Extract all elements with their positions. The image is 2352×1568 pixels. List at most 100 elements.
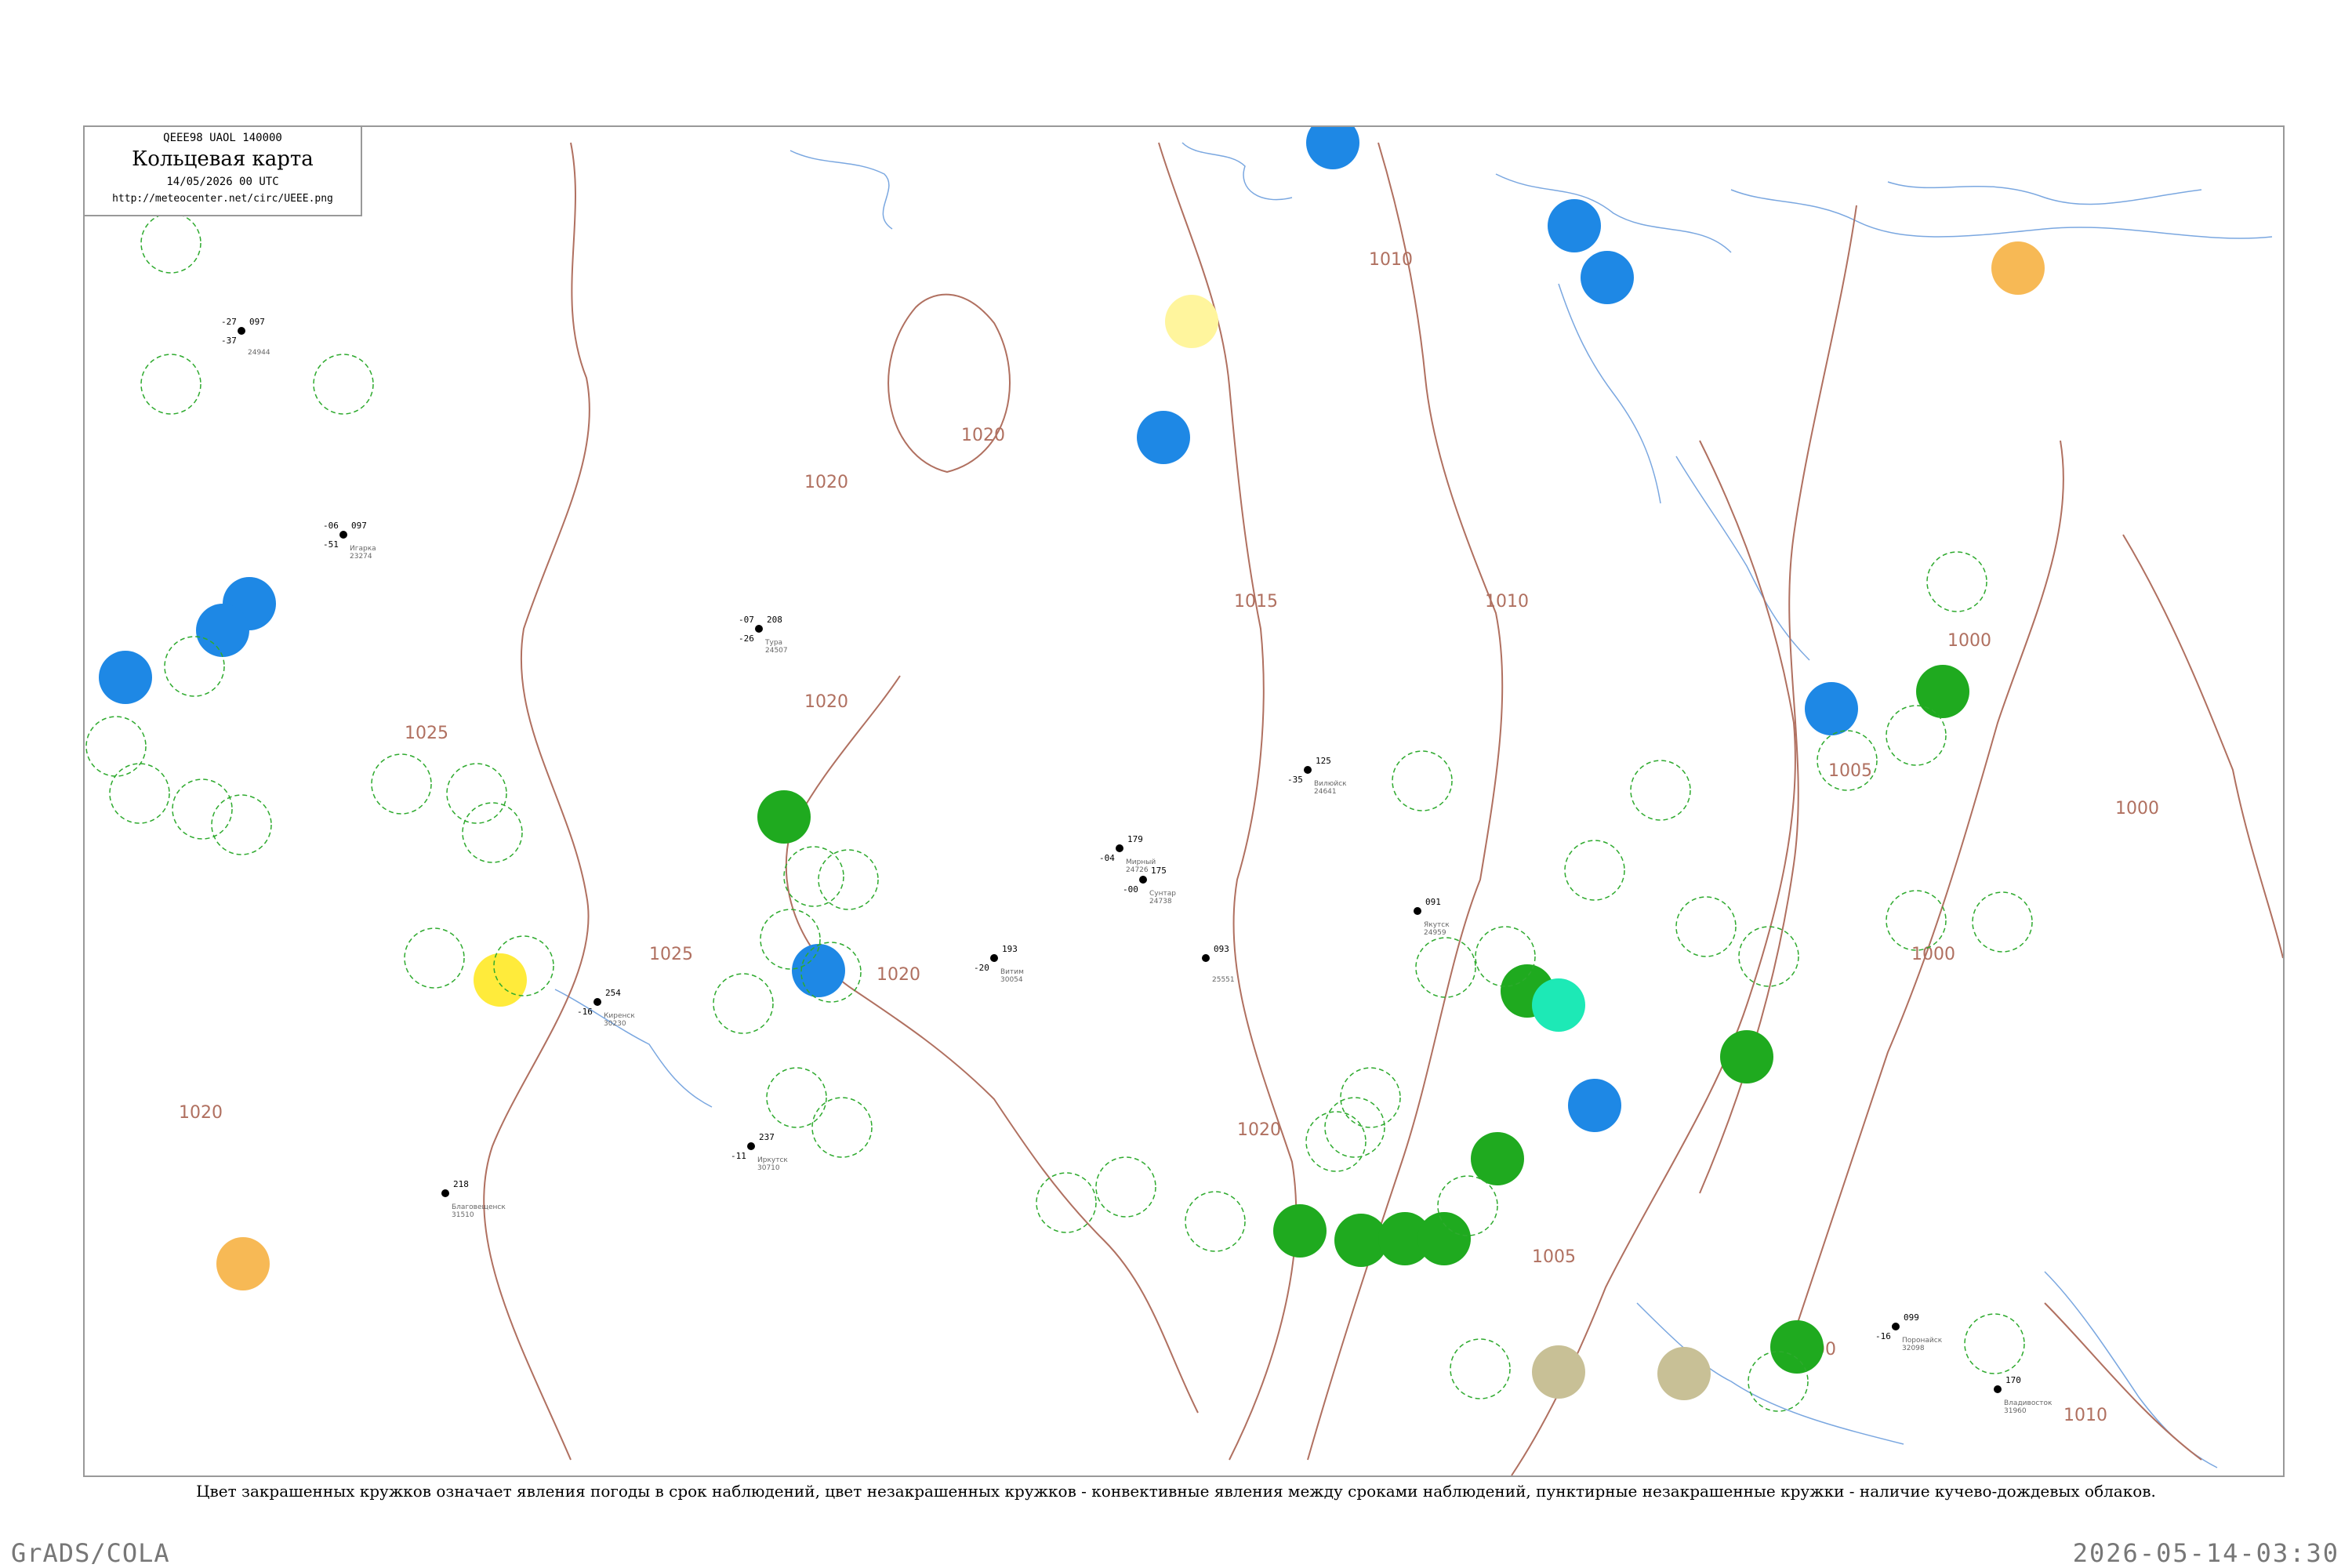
cb-ring	[172, 779, 233, 840]
station-id: 24944	[248, 349, 270, 357]
cb-ring	[1450, 1338, 1511, 1399]
isobar-label: 1010	[1485, 592, 1529, 612]
station-dot	[1414, 907, 1421, 915]
weather-circle-pale_yellow	[1165, 295, 1218, 348]
isobar-label: 1000	[1947, 631, 1991, 651]
station-dewpoint: -51	[323, 539, 339, 550]
station-dot	[339, 531, 347, 539]
map-title-box: QEEE98 UAOL 140000 Кольцевая карта 14/05…	[85, 127, 362, 216]
footer-timestamp: 2026-05-14-03:30	[2072, 1538, 2339, 1568]
station-model: -06 097 -51 23274Игарка	[323, 521, 376, 561]
station-dewpoint: -20	[974, 963, 989, 973]
isobar-label: 1000	[2115, 799, 2159, 818]
synoptic-map: 1020 1020 1020 1020 1025 1025 1020 1020 …	[83, 125, 2285, 1477]
isobar-label: 1020	[179, 1103, 223, 1123]
weather-circle-orange	[216, 1237, 270, 1290]
cb-ring	[766, 1067, 827, 1128]
station-dewpoint: -37	[221, 336, 237, 346]
station-dot	[1116, 844, 1123, 852]
station-pressure: 097	[351, 521, 367, 531]
station-name: Тура	[764, 639, 782, 647]
station-name: Якутск	[1424, 921, 1450, 929]
map-canvas: 1020 1020 1020 1020 1025 1025 1020 1020 …	[85, 127, 2283, 1475]
station-dewpoint: -16	[1875, 1331, 1891, 1341]
station-model: 099 -16 32098Поронайск	[1875, 1312, 1943, 1352]
cb-ring	[140, 354, 201, 415]
isobar-label: 1020	[804, 692, 848, 712]
station-dot	[238, 327, 245, 335]
weather-circle-rain	[1568, 1079, 1621, 1132]
isobar-label: 1010	[2063, 1406, 2107, 1425]
station-dot	[441, 1189, 449, 1197]
cb-ring	[85, 716, 147, 777]
isobar-label: 1005	[1828, 761, 1872, 781]
station-dot	[593, 998, 601, 1006]
weather-circle-khaki	[1657, 1347, 1711, 1400]
cb-ring	[1095, 1156, 1156, 1218]
station-id: 24726	[1126, 866, 1149, 874]
station-dot	[755, 625, 763, 633]
cb-ring	[1415, 937, 1476, 998]
station-dewpoint: -35	[1287, 775, 1303, 785]
weather-circle-thunder	[1916, 665, 1969, 718]
weather-circle-thunder	[1720, 1030, 1773, 1083]
map-url[interactable]: http://meteocenter.net/circ/UEEE.png	[85, 193, 361, 205]
station-model: 237 -11 30710Иркутск	[731, 1132, 788, 1172]
isobar-label: 1020	[804, 473, 848, 492]
station-dewpoint: -16	[577, 1007, 593, 1017]
station-dot	[1304, 766, 1312, 774]
bulletin-code: QEEE98 UAOL 140000	[163, 132, 282, 144]
cb-ring	[1926, 551, 1987, 612]
isobar-label: 1025	[649, 945, 693, 964]
station-models: -27 097 -37 24944 -06 097 -51 23274Игарка 091 249…	[221, 317, 2053, 1415]
station-dewpoint: -00	[1123, 884, 1138, 895]
weather-circle-rain	[1306, 127, 1359, 169]
station-id: 31960	[2004, 1407, 2027, 1415]
cb-ring	[1185, 1191, 1246, 1252]
isobar-label: 1025	[405, 724, 448, 743]
cb-ring	[1630, 760, 1691, 821]
cb-ring	[811, 1097, 873, 1158]
station-model: 179-0424726Мирный	[1099, 834, 1156, 874]
station-pressure: 093	[1214, 944, 1229, 954]
station-model: 125 -35 24641Вилюйск	[1287, 756, 1347, 796]
weather-circle-fog_yellow	[474, 953, 527, 1007]
station-name: Вилюйск	[1314, 780, 1347, 788]
weather-circle-rain	[1805, 682, 1858, 735]
isobars	[483, 142, 2283, 1475]
water-features	[554, 142, 2273, 1468]
weather-circle-khaki	[1532, 1345, 1585, 1399]
map-caption: Цвет закрашенных кружков означает явлени…	[196, 1482, 2156, 1501]
station-pressure: 179	[1127, 834, 1143, 844]
station-model: -07 208 -26 24507Тура	[739, 615, 788, 655]
cb-ring	[713, 973, 774, 1034]
station-id: 24507	[765, 647, 788, 655]
weather-circle-thunder	[1770, 1320, 1824, 1374]
cb-ring	[1964, 1313, 2025, 1374]
isobar-label: 1000	[1911, 945, 1955, 964]
station-id: 24738	[1149, 898, 1172, 906]
station-dot	[1892, 1323, 1900, 1330]
station-model: 093 25551	[1202, 944, 1235, 984]
station-dot	[1994, 1385, 2002, 1393]
station-name: Игарка	[350, 545, 376, 553]
isobar-label: 1010	[1369, 250, 1413, 270]
station-temperature: -27	[221, 317, 237, 327]
station-name: Иркутск	[757, 1156, 788, 1164]
station-name: Поронайск	[1902, 1337, 1943, 1345]
station-dewpoint: -11	[731, 1151, 746, 1161]
station-dewpoint: -26	[739, 633, 754, 644]
weather-circle-rain	[99, 651, 152, 704]
cb-ring	[109, 763, 170, 824]
cb-ring	[446, 763, 507, 824]
station-model: -27 097 -37 24944	[221, 317, 270, 357]
weather-circle-rain	[792, 944, 845, 997]
cb-ring	[783, 846, 844, 907]
station-id: 24641	[1314, 788, 1337, 796]
weather-circle-thunder	[757, 790, 811, 844]
station-pressure: 125	[1316, 756, 1331, 766]
weather-circle-thunder	[1273, 1204, 1327, 1258]
station-model: 254 -16 30230Киренск	[577, 988, 635, 1028]
station-model: 218 31510Благовещенск	[441, 1179, 506, 1219]
station-temperature: -07	[739, 615, 754, 625]
